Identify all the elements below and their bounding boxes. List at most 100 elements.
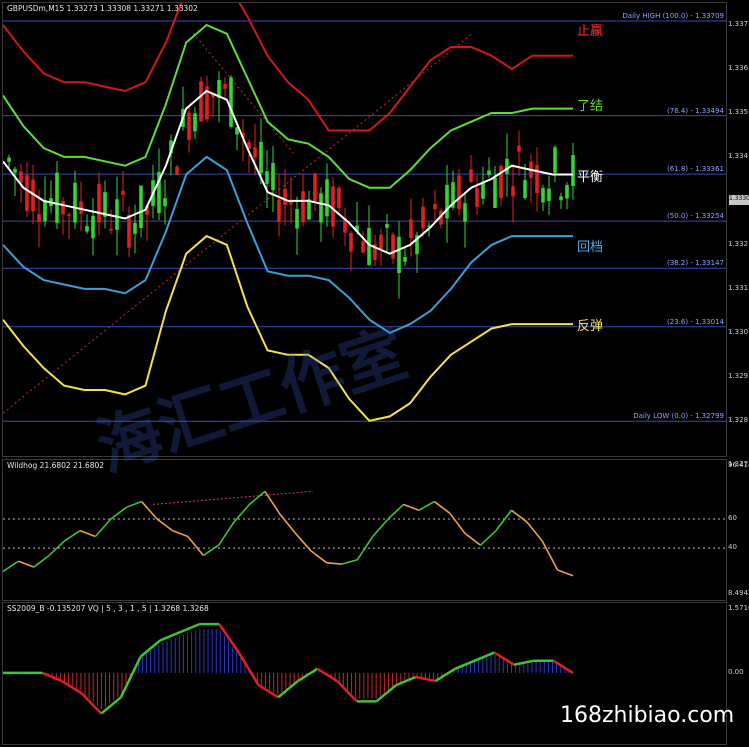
candle-body [319, 193, 323, 223]
candle-body [97, 183, 101, 223]
candle-body [127, 214, 131, 248]
candle-body [349, 232, 353, 252]
wildhog-segment [18, 560, 35, 568]
candle-body [25, 175, 29, 211]
ss-signal-segment [237, 651, 260, 686]
candle-body [313, 173, 317, 201]
candle-body [277, 199, 281, 222]
candle-body [187, 112, 191, 140]
candle-body [253, 147, 257, 158]
wildhog-segment [248, 490, 266, 506]
ss-signal-segment [179, 622, 201, 634]
candle-body [421, 206, 425, 229]
candle-body [139, 185, 143, 229]
price-tick-label: 1.328 [728, 415, 749, 424]
wildhog-tick-label: 8.4942 [728, 589, 749, 597]
price-tick-label: 1.332 [728, 239, 749, 248]
ss-tick-label: 0.00 [728, 667, 744, 676]
price-tick-label: 1.330 [728, 327, 749, 336]
fib-level-label: (50.0) - 1.33254 [667, 212, 724, 221]
wildhog-tick-label: 40 [728, 543, 737, 552]
price-tick-label: 1.329 [728, 371, 749, 380]
candle-body [517, 145, 521, 152]
wildhog-segment [418, 500, 435, 511]
wildhog-segment [172, 529, 189, 538]
ss-signal-segment [100, 696, 122, 715]
candle-body [391, 234, 395, 259]
candle-body [55, 172, 59, 223]
candle-body [463, 203, 467, 222]
candle-body [379, 234, 383, 250]
wildhog-segment [387, 503, 405, 520]
candle-body [457, 175, 461, 209]
ss-signal-segment [493, 651, 515, 666]
wildhog-segment [33, 554, 50, 568]
wildhog-tick-label: 96.4148 [728, 461, 749, 469]
wildhog-segment [125, 500, 142, 509]
candle-body [7, 157, 11, 162]
candle-body [115, 199, 119, 230]
candle-body [571, 155, 575, 187]
candle-body [367, 228, 371, 266]
wildhog-segment [541, 540, 559, 571]
candle-body [229, 77, 233, 127]
fib-level-label: Daily HIGH (100.0) - 1.33709 [622, 12, 724, 21]
wildhog-segment [449, 512, 466, 535]
price-tick-label: 1.336 [728, 63, 749, 72]
ss-signal-segment [257, 684, 279, 699]
watermark-text: 168zhibiao.com [560, 703, 735, 728]
candle-body [19, 171, 23, 183]
candle-body [61, 201, 65, 215]
candle-body [91, 215, 95, 239]
candle-body [559, 196, 563, 201]
wildhog-segment [233, 503, 251, 523]
candle-body [199, 81, 203, 122]
ss-signal-segment [119, 656, 142, 698]
wildhog-segment [110, 506, 127, 520]
candle-body [385, 224, 389, 228]
candle-body [433, 203, 437, 210]
wildhog-segment [202, 544, 220, 557]
wildhog-segment [94, 518, 112, 538]
wildhog-segment [218, 521, 235, 546]
wildhog-segment [79, 529, 96, 538]
ss-signal-segment [80, 692, 103, 715]
wildhog-segment [326, 561, 342, 565]
wildhog-segment [464, 532, 482, 546]
ss2009-title: SS2009_B -0.135207 VQ | 5 , 3 , 1 , 5 | … [7, 604, 209, 613]
candle-body [85, 226, 89, 232]
price-tick-label: 1.334 [728, 151, 749, 160]
candle-body [505, 158, 509, 174]
candle-body [409, 219, 413, 238]
candle-body [535, 165, 539, 194]
candle-body [259, 141, 263, 174]
ss-signal-segment [316, 667, 338, 683]
wildhog-axis: 96.4148 60 40 8.4942 [727, 459, 749, 599]
candle-body [475, 187, 479, 207]
candle-body [295, 208, 299, 229]
candle-body [121, 190, 125, 195]
candle-body [133, 222, 137, 234]
candle-body [193, 113, 197, 132]
ss-signal-segment [277, 680, 299, 699]
ss-signal-segment [61, 679, 83, 695]
candle-body [283, 188, 287, 205]
wildhog-segment [510, 509, 528, 523]
fib-level-label: (76.4) - 1.33494 [667, 106, 724, 115]
ss-signal-segment [454, 659, 476, 670]
wildhog-segment [48, 540, 66, 556]
current-price-tag: 1.3330 [729, 194, 749, 205]
ss-signal-segment [395, 675, 417, 687]
band-label: 反弹 [577, 319, 604, 335]
ss-signal-segment [159, 631, 181, 642]
candle-body [403, 256, 407, 262]
band-line [3, 155, 573, 335]
main-title: GBPUSDm,M15 1.33273 1.33308 1.33271 1.33… [7, 4, 198, 13]
candle-body [523, 180, 527, 199]
candle-body [337, 187, 341, 208]
wildhog-segment [264, 490, 281, 516]
wildhog-segment [3, 560, 19, 573]
wildhog-segment [433, 500, 451, 514]
candle-body [541, 188, 545, 203]
candle-body [271, 162, 275, 191]
